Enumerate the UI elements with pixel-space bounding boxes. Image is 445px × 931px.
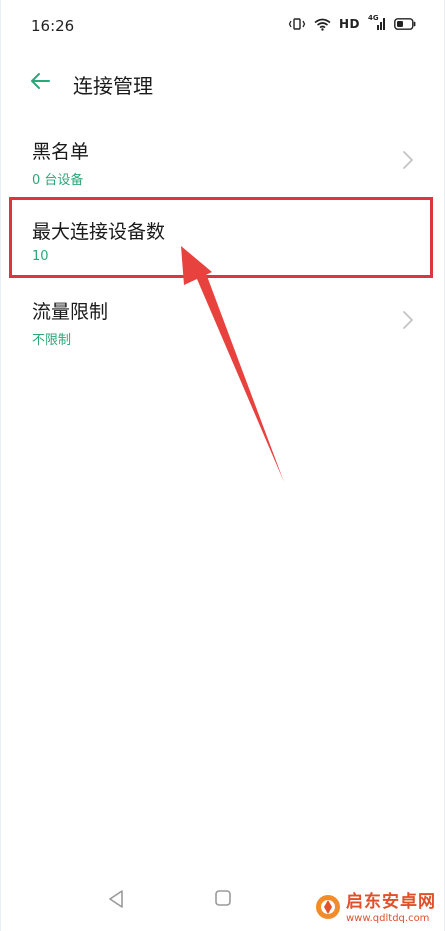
list-item-traffic-limit[interactable]: 流量限制 不限制 — [1, 282, 444, 362]
chevron-right-icon — [402, 310, 414, 330]
list-item-title: 流量限制 — [32, 301, 109, 323]
watermark-logo-icon — [314, 893, 342, 925]
back-arrow-icon[interactable] — [29, 70, 51, 92]
list-item-subtitle: 不限制 — [32, 333, 72, 348]
watermark-text: 启东安卓网 www.qdltdq.com — [346, 894, 436, 924]
vibrate-icon — [288, 17, 306, 31]
screen: 16:26 HD 4G 连接管理 黑名单 0 台设备 最大连接设备数 10 流量… — [0, 0, 445, 931]
signal-icon: 4G — [368, 14, 386, 31]
hd-label: HD — [338, 17, 360, 31]
battery-icon — [394, 18, 416, 30]
watermark-title: 启东安卓网 — [346, 892, 436, 912]
status-icons: HD 4G — [288, 14, 416, 31]
status-bar: 16:26 HD 4G — [1, 0, 444, 54]
watermark-url: www.qdltdq.com — [346, 913, 430, 924]
app-header: 连接管理 — [1, 62, 444, 102]
list-item-blacklist[interactable]: 黑名单 0 台设备 — [1, 122, 444, 202]
status-time: 16:26 — [31, 17, 75, 35]
wifi-icon — [314, 18, 331, 31]
list-item-subtitle: 0 台设备 — [32, 173, 84, 188]
list-item-title: 黑名单 — [32, 141, 90, 163]
highlight-box — [9, 197, 433, 278]
chevron-right-icon — [402, 150, 414, 170]
back-triangle-icon[interactable] — [107, 889, 125, 913]
page-title: 连接管理 — [73, 74, 153, 98]
home-square-icon[interactable] — [214, 889, 232, 911]
watermark: 启东安卓网 www.qdltdq.com — [314, 893, 436, 925]
